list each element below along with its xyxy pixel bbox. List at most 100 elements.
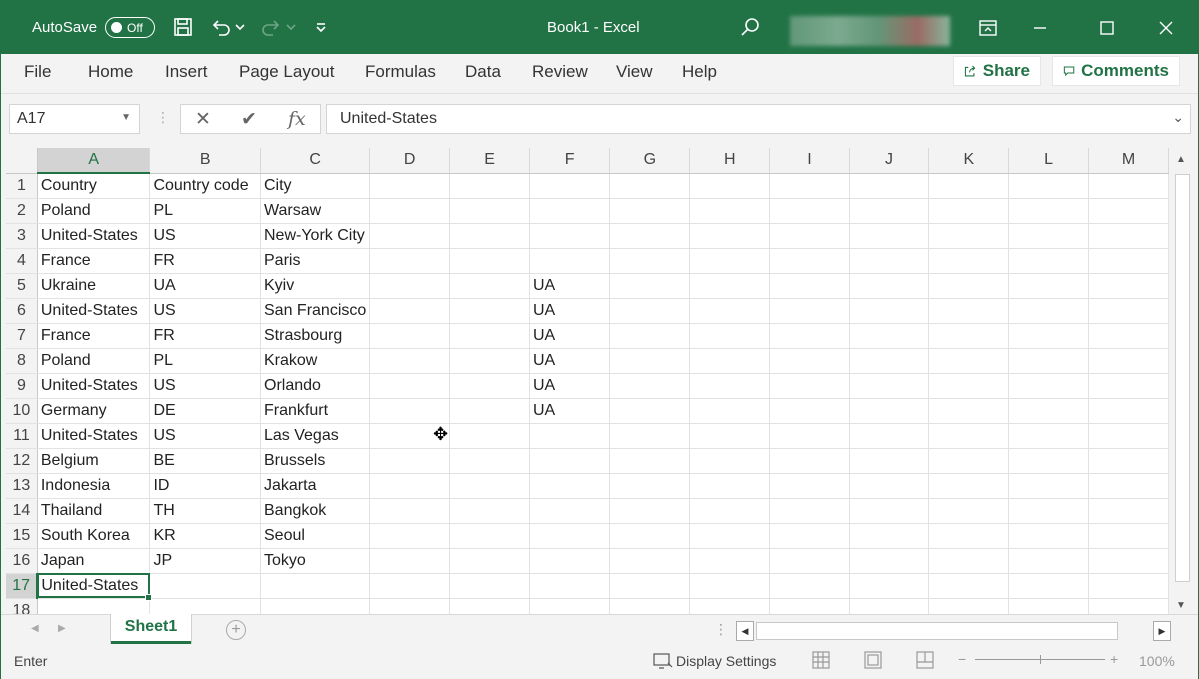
row-header[interactable]: 18	[6, 598, 38, 614]
next-sheet-icon[interactable]: ▶	[58, 623, 66, 634]
cell[interactable]	[369, 298, 451, 324]
column-header[interactable]: E	[449, 148, 530, 174]
cell[interactable]: DE	[149, 398, 261, 424]
row-header[interactable]: 13	[6, 473, 38, 499]
cell[interactable]	[928, 498, 1010, 524]
column-header[interactable]: M	[1088, 148, 1169, 174]
cell[interactable]	[529, 173, 611, 199]
cell[interactable]	[849, 573, 930, 599]
cell[interactable]	[449, 548, 530, 574]
cell[interactable]: UA	[529, 323, 611, 349]
cell[interactable]	[928, 173, 1010, 199]
chevron-down-icon[interactable]: ▼	[121, 112, 131, 123]
comments-button[interactable]: Comments	[1052, 56, 1180, 86]
cell[interactable]	[609, 548, 691, 574]
cell[interactable]	[449, 198, 530, 224]
cell[interactable]	[449, 573, 530, 599]
cell[interactable]: United-States	[37, 423, 151, 449]
row-header[interactable]: 12	[6, 448, 38, 474]
row-header[interactable]: 3	[6, 223, 38, 249]
row-header[interactable]: 14	[6, 498, 38, 524]
cell[interactable]	[609, 248, 691, 274]
cell[interactable]	[1088, 523, 1169, 549]
cell[interactable]	[1088, 373, 1169, 399]
display-settings-button[interactable]: Display Settings	[653, 652, 776, 670]
cell[interactable]	[769, 248, 850, 274]
cell[interactable]	[928, 423, 1010, 449]
tab-insert[interactable]: Insert	[165, 62, 208, 82]
cell[interactable]	[928, 523, 1010, 549]
cell[interactable]	[849, 423, 930, 449]
cell[interactable]	[1088, 498, 1169, 524]
cell[interactable]: UA	[529, 373, 611, 399]
cell[interactable]: UA	[529, 273, 611, 299]
column-header[interactable]: L	[1008, 148, 1089, 174]
cell[interactable]	[149, 573, 261, 599]
cell[interactable]	[689, 323, 771, 349]
cell[interactable]	[260, 573, 371, 599]
cell[interactable]: US	[149, 373, 261, 399]
cell[interactable]	[769, 198, 850, 224]
cell[interactable]: UA	[529, 348, 611, 374]
cell[interactable]	[1008, 398, 1089, 424]
splitter-handle-icon[interactable]: ⋮	[714, 621, 728, 638]
cell[interactable]	[689, 573, 771, 599]
cell[interactable]	[769, 573, 850, 599]
cell[interactable]: Seoul	[260, 523, 371, 549]
column-header[interactable]: I	[769, 148, 850, 174]
scroll-right-icon[interactable]: ▶	[1153, 621, 1171, 641]
cell[interactable]	[689, 348, 771, 374]
cell[interactable]	[1088, 573, 1169, 599]
cell[interactable]	[369, 273, 451, 299]
cell[interactable]: Kyiv	[260, 273, 371, 299]
cell[interactable]	[449, 498, 530, 524]
tab-file[interactable]: File	[24, 62, 51, 82]
cell[interactable]	[449, 348, 530, 374]
cell[interactable]	[769, 223, 850, 249]
cell[interactable]	[1008, 573, 1089, 599]
cell[interactable]	[1008, 373, 1089, 399]
cell[interactable]: UA	[529, 398, 611, 424]
cell[interactable]	[769, 323, 850, 349]
cell[interactable]	[769, 598, 850, 614]
cell[interactable]: Country	[37, 173, 151, 199]
column-header[interactable]: B	[149, 148, 261, 174]
cell[interactable]	[849, 548, 930, 574]
cell[interactable]: United-States	[37, 298, 151, 324]
cell[interactable]	[769, 423, 850, 449]
cell[interactable]: PL	[149, 348, 261, 374]
cell[interactable]	[849, 298, 930, 324]
column-header[interactable]: G	[609, 148, 691, 174]
cell[interactable]	[449, 273, 530, 299]
cell[interactable]	[369, 473, 451, 499]
cell[interactable]	[369, 323, 451, 349]
cell[interactable]	[149, 598, 261, 614]
cell[interactable]	[769, 373, 850, 399]
cell[interactable]	[1008, 473, 1089, 499]
cell[interactable]	[369, 223, 451, 249]
vertical-scroll-thumb[interactable]	[1175, 174, 1190, 582]
cell[interactable]	[689, 598, 771, 614]
cell[interactable]	[609, 498, 691, 524]
cell[interactable]	[369, 198, 451, 224]
cell[interactable]	[609, 523, 691, 549]
cell[interactable]	[609, 298, 691, 324]
cell[interactable]	[689, 423, 771, 449]
cell[interactable]	[928, 198, 1010, 224]
cell[interactable]	[449, 373, 530, 399]
cell[interactable]	[369, 523, 451, 549]
tab-formulas[interactable]: Formulas	[365, 62, 436, 82]
redo-icon[interactable]	[258, 14, 284, 40]
cell[interactable]	[849, 273, 930, 299]
cell[interactable]	[689, 248, 771, 274]
cell[interactable]	[849, 223, 930, 249]
cell[interactable]	[609, 448, 691, 474]
select-all-corner[interactable]	[6, 148, 38, 174]
cell[interactable]	[769, 448, 850, 474]
cell[interactable]	[529, 248, 611, 274]
cell[interactable]	[369, 398, 451, 424]
cell[interactable]	[849, 198, 930, 224]
cell[interactable]	[609, 348, 691, 374]
cell[interactable]: France	[37, 323, 151, 349]
row-header[interactable]: 17	[6, 573, 39, 599]
